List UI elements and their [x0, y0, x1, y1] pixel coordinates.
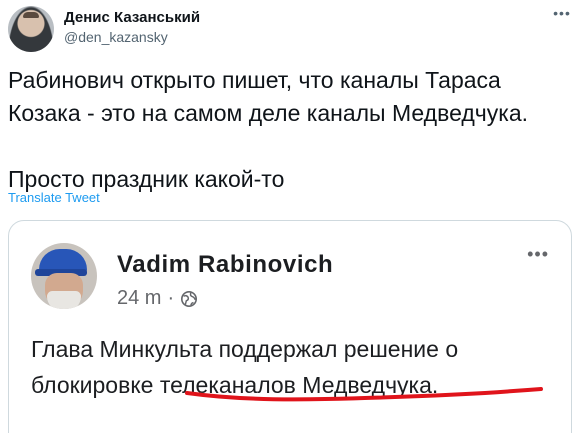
more-horizontal-icon[interactable]: •••	[551, 6, 573, 24]
fb-author-name: Vadim Rabinovich	[117, 251, 334, 278]
quoted-media-card[interactable]: Vadim Rabinovich 24 m · ••• Глава Минкул…	[8, 220, 572, 433]
author-name-block: Денис Казанський @den_kazansky	[64, 8, 200, 47]
facebook-post-screenshot: Vadim Rabinovich 24 m · ••• Глава Минкул…	[9, 221, 571, 433]
fb-more-horizontal-icon: •••	[527, 244, 549, 264]
globe-icon	[181, 290, 198, 307]
avatar-hair	[23, 12, 39, 18]
translate-tweet-link[interactable]: Translate Tweet	[8, 190, 100, 205]
author-avatar[interactable]	[8, 6, 54, 52]
avatar-beard	[47, 291, 81, 309]
fb-post-time: 24 m	[117, 287, 162, 309]
red-underline-annotation	[185, 387, 543, 402]
fb-author-avatar	[31, 243, 97, 309]
tweet-text: Рабинович открыто пишет, что каналы Тара…	[8, 67, 529, 192]
author-display-name[interactable]: Денис Казанський	[64, 8, 200, 28]
tweet-header: Денис Казанський @den_kazansky •••	[8, 6, 577, 52]
fb-meta-separator: ·	[167, 287, 175, 309]
author-handle[interactable]: @den_kazansky	[64, 28, 200, 47]
fb-post-meta: 24 m ·	[117, 287, 198, 310]
